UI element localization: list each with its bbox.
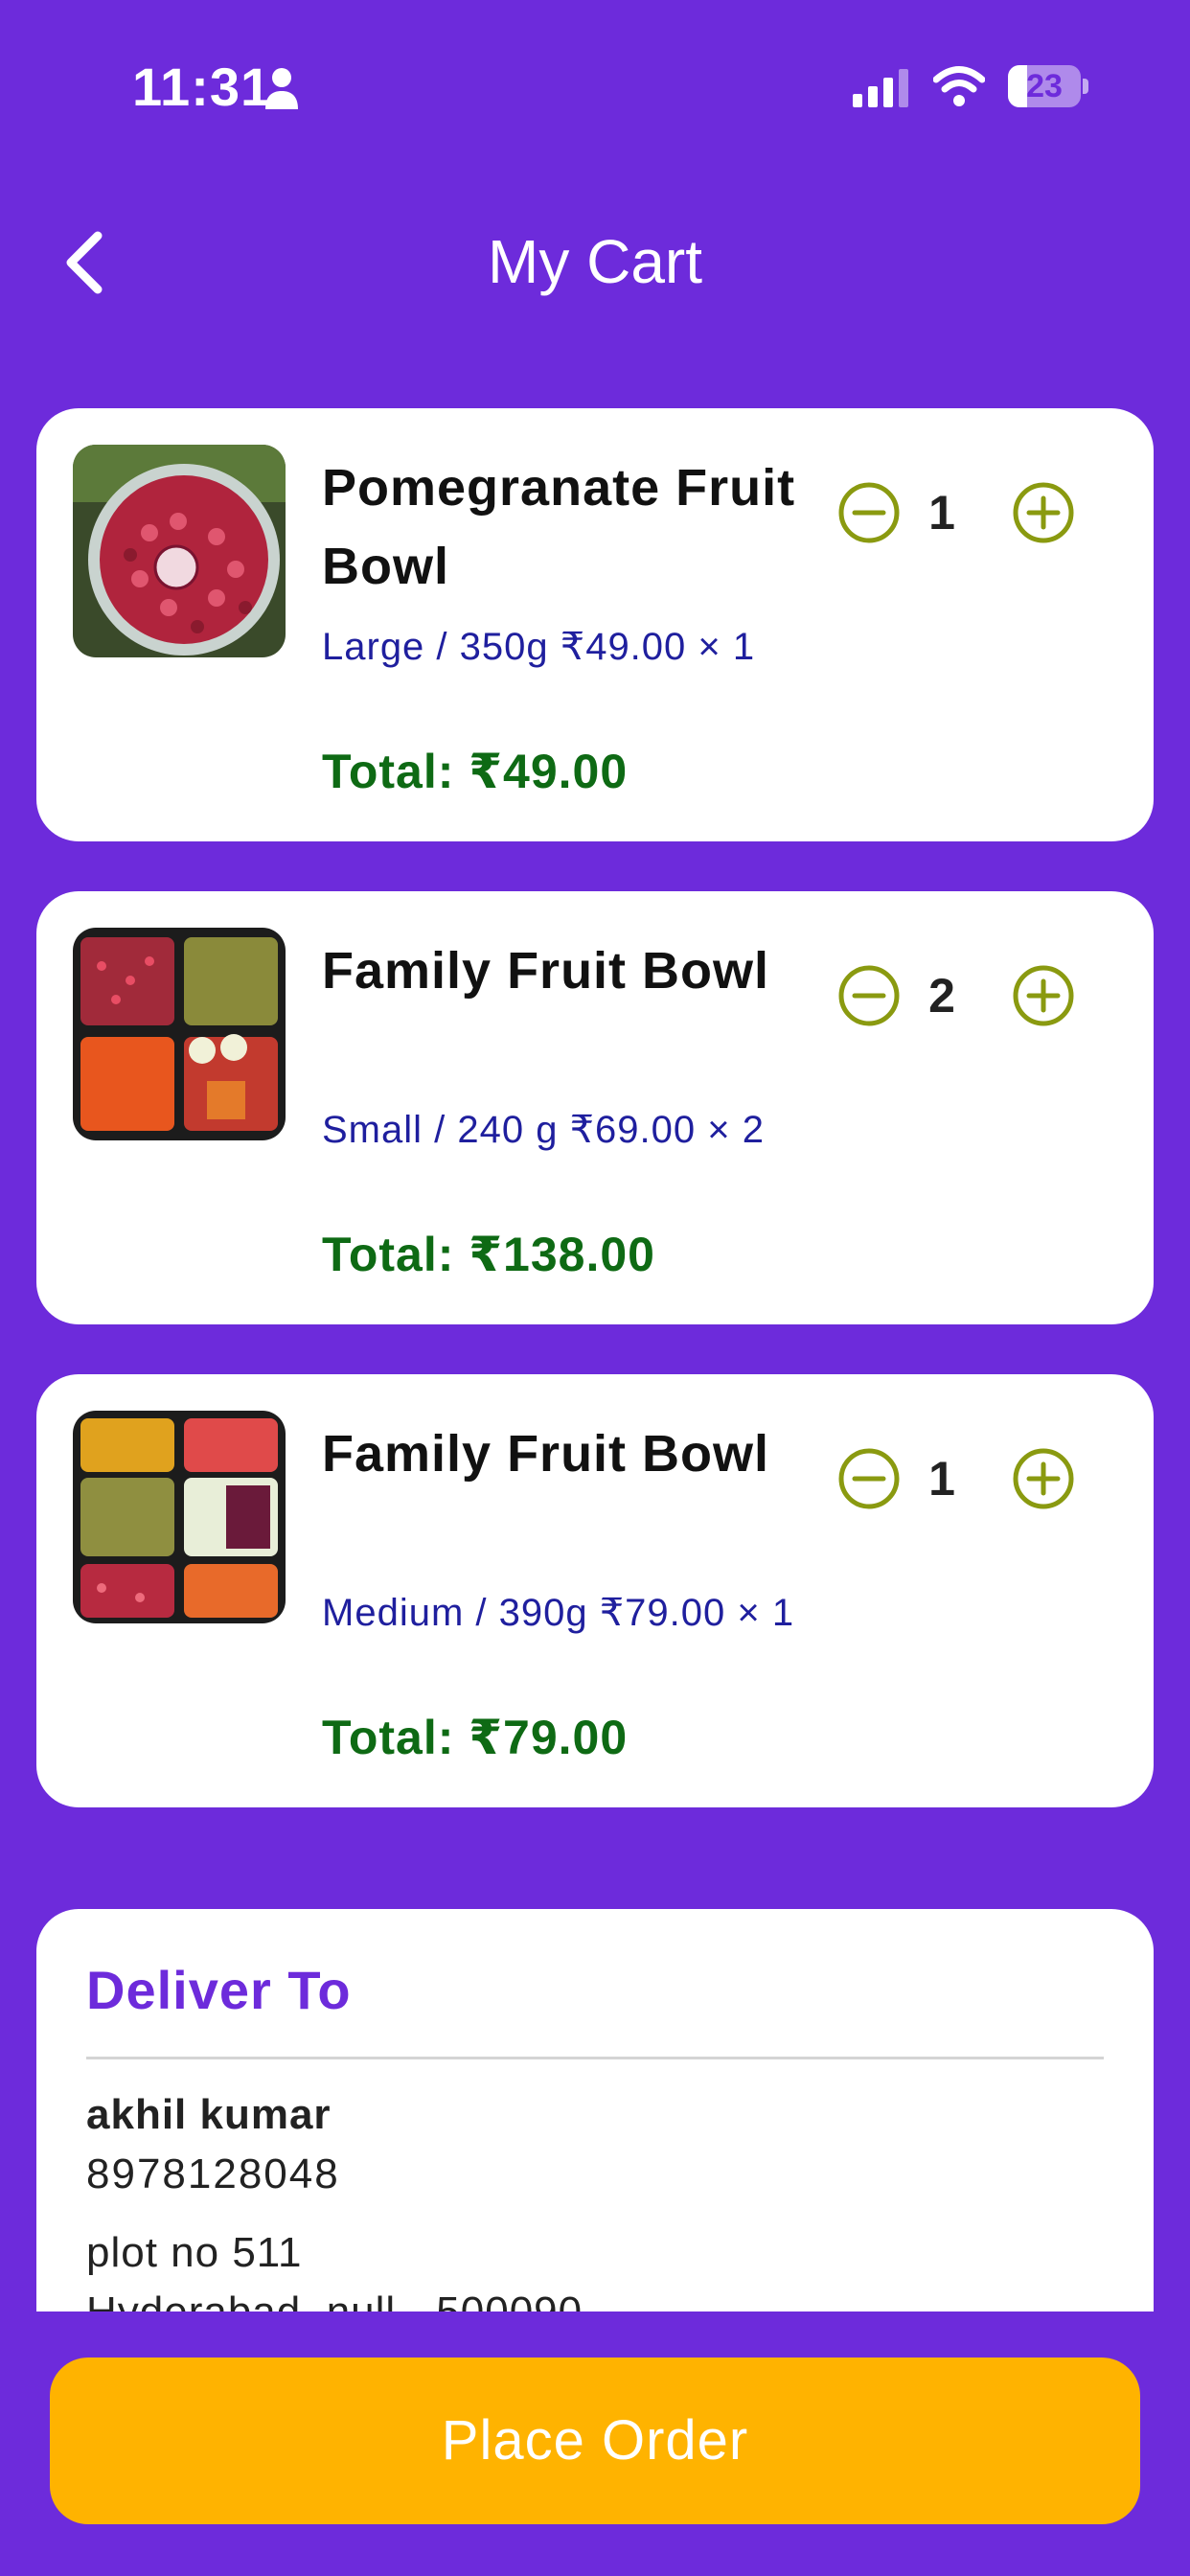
product-detail: Medium / 390g ₹79.00 × 1 [322,1592,795,1634]
person-icon [265,68,298,109]
battery-icon: 23 [1008,65,1088,107]
battery-level: 23 [1026,68,1063,104]
recipient-name: akhil kumar [86,2091,332,2138]
deliver-to-card: Deliver To akhil kumar 8978128048 plot n… [36,1909,1154,2312]
product-total: Total: ₹79.00 [322,1711,629,1764]
deliver-to-title: Deliver To [86,1960,352,2020]
product-detail: Small / 240 g ₹69.00 × 2 [322,1109,765,1151]
minus-circle-icon[interactable] [837,1447,901,1510]
recipient-phone: 8978128048 [86,2150,340,2197]
place-order-button[interactable]: Place Order [50,2358,1140,2524]
product-name: Pomegranate Fruit Bowl [322,459,796,595]
address-line-1: plot no 511 [86,2229,303,2276]
product-image [73,1411,286,1623]
status-bar: 11:31 23 [0,0,1190,172]
product-total: Total: ₹49.00 [322,745,629,798]
address-line-2: Hyderabad, null - 500090 [86,2288,583,2312]
minus-circle-icon[interactable] [837,964,901,1027]
product-name: Family Fruit Bowl [322,1425,770,1483]
plus-circle-icon[interactable] [1012,481,1075,544]
plus-circle-icon[interactable] [1012,964,1075,1027]
page-title: My Cart [488,227,702,296]
product-image [73,445,286,657]
signal-icon [853,69,908,107]
plus-circle-icon[interactable] [1012,1447,1075,1510]
cart-item: Family Fruit Bowl Small / 240 g ₹69.00 ×… [36,891,1154,1324]
cart-item: Family Fruit Bowl Medium / 390g ₹79.00 ×… [36,1374,1154,1807]
quantity-value: 2 [928,969,955,1023]
quantity-value: 1 [928,1452,955,1506]
status-time: 11:31 [132,57,272,117]
cart-item: Pomegranate Fruit Bowl Large / 350g ₹49.… [36,408,1154,841]
product-total: Total: ₹138.00 [322,1228,655,1281]
product-image [73,928,286,1140]
minus-circle-icon[interactable] [837,481,901,544]
product-detail: Large / 350g ₹49.00 × 1 [322,626,756,668]
product-name: Family Fruit Bowl [322,942,770,1000]
divider [86,2057,1104,2059]
wifi-icon [933,66,985,106]
quantity-value: 1 [928,486,955,540]
